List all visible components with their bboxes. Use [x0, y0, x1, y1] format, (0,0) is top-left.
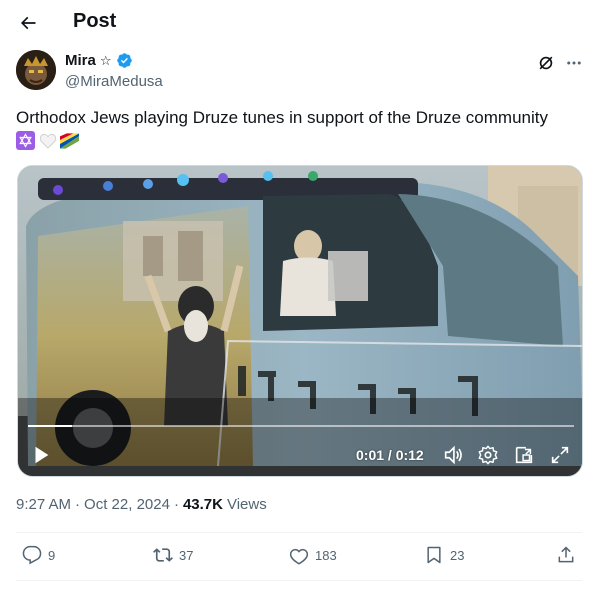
more-icon[interactable] — [564, 53, 584, 73]
reply-button[interactable]: 9 — [22, 545, 55, 565]
views-count: 43.7K — [182, 496, 223, 513]
page-title: Post — [73, 10, 117, 32]
video-player[interactable]: 0:01 / 0:12 — [17, 165, 583, 477]
bookmark-count: 23 — [450, 547, 465, 563]
white-heart-emoji — [38, 131, 57, 150]
play-icon[interactable] — [30, 444, 52, 466]
druze-flag-emoji — [60, 131, 79, 150]
fullscreen-icon[interactable] — [549, 444, 571, 466]
repost-button[interactable]: 37 — [153, 545, 193, 565]
post-time[interactable]: 9:27 AM — [16, 496, 71, 513]
display-name[interactable]: Mira — [65, 52, 96, 69]
views-label: Views — [226, 496, 267, 513]
bookmark-button[interactable]: 23 — [424, 545, 464, 565]
like-count: 183 — [315, 547, 337, 563]
heart-icon — [289, 548, 309, 565]
avatar-image — [16, 50, 56, 90]
share-button[interactable] — [556, 545, 576, 565]
name-symbol: ☆ — [99, 52, 112, 68]
verified-badge-icon — [116, 53, 132, 68]
reply-count: 9 — [48, 547, 56, 563]
post-author: Mira ☆ @MiraMedusa — [16, 50, 581, 92]
action-bar: 9 37 183 23 — [16, 535, 582, 579]
picture-in-picture-icon[interactable] — [513, 444, 535, 466]
like-button[interactable]: 183 — [289, 545, 337, 565]
post-text: Orthodox Jews playing Druze tunes in sup… — [16, 108, 548, 127]
meta-separator: · — [75, 496, 81, 513]
divider — [16, 580, 582, 581]
bookmark-icon — [427, 546, 441, 564]
settings-icon[interactable] — [477, 444, 499, 466]
post-date[interactable]: Oct 22, 2024 — [84, 496, 170, 513]
video-time: 0:01 / 0:12 — [356, 447, 424, 463]
share-icon — [558, 546, 574, 563]
post-meta: 9:27 AM · Oct 22, 2024 · 43.7K Views — [16, 496, 267, 513]
video-frame — [18, 166, 582, 476]
video-controls: 0:01 / 0:12 — [18, 438, 582, 474]
star-of-david-emoji — [16, 131, 35, 150]
page-header: Post — [0, 0, 596, 44]
volume-icon[interactable] — [442, 444, 464, 466]
repost-count: 37 — [179, 547, 194, 563]
name-row: Mira ☆ — [65, 52, 133, 69]
divider — [16, 532, 582, 533]
repost-icon — [153, 548, 173, 562]
emoji-row — [16, 131, 79, 150]
video-progress-fill — [28, 425, 72, 427]
arrow-left-icon — [20, 16, 36, 30]
reply-icon — [22, 545, 42, 565]
back-button[interactable] — [14, 9, 42, 37]
video-progress-track[interactable] — [28, 425, 574, 427]
ellipsis-icon — [567, 61, 581, 65]
meta-separator: · — [173, 496, 179, 513]
grok-icon[interactable] — [536, 53, 556, 73]
user-handle[interactable]: @MiraMedusa — [65, 73, 163, 90]
avatar[interactable] — [16, 50, 56, 90]
